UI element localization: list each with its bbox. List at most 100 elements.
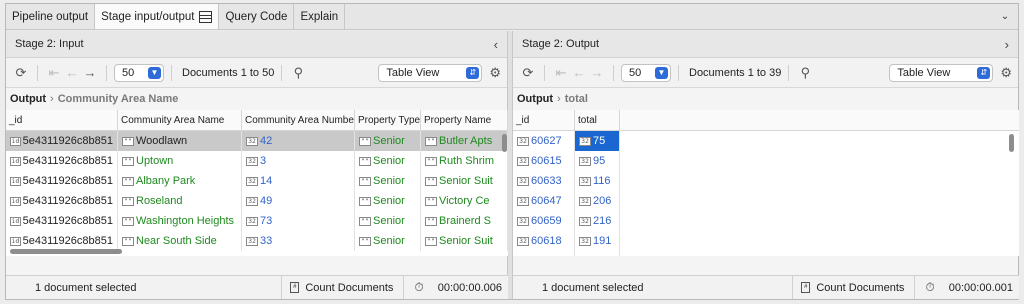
chevron-down-icon[interactable]: ⌄ [992, 4, 1018, 29]
area-number-cell[interactable]: 32 14 [242, 171, 355, 191]
property-name-cell[interactable]: "" Ruth Shrim [421, 151, 508, 171]
property-name-cell[interactable]: "" Senior Suit [421, 171, 508, 191]
total-cell[interactable]: 32217 [575, 251, 620, 256]
total-cell[interactable]: 32 95 [575, 151, 620, 171]
table-row[interactable]: 32 60627 32 75 [513, 131, 1019, 151]
previous-icon[interactable]: ← [63, 64, 81, 82]
table-row[interactable]: 32 60618 32 191 [513, 231, 1019, 251]
community-area-cell[interactable]: "" Woodlawn [118, 131, 242, 151]
cell-value: 5e4311926c8b851 [22, 195, 113, 207]
community-area-cell[interactable]: "" Albany Park [118, 171, 242, 191]
table-row[interactable]: 32 60659 32 216 [513, 211, 1019, 231]
id-cell[interactable]: 32 60615 [513, 151, 575, 171]
table-row[interactable]: 326062032217 [513, 251, 1019, 256]
id-cell[interactable]: id 5e4311926c8b851 [6, 191, 118, 211]
column-header[interactable]: Property Type [355, 110, 421, 130]
tab-stage-input-output[interactable]: Stage input/output [95, 4, 220, 29]
column-header[interactable]: _id [513, 110, 575, 130]
total-cell[interactable]: 32 191 [575, 231, 620, 251]
property-type-cell[interactable]: "" Senior [355, 191, 421, 211]
community-area-cell[interactable]: "" Roseland [118, 191, 242, 211]
view-select[interactable]: Table View ⇵ [889, 63, 994, 82]
total-cell[interactable]: 32 216 [575, 211, 620, 231]
tab-pipeline-output[interactable]: Pipeline output [6, 4, 96, 29]
property-type-cell[interactable]: "" Senior [355, 211, 421, 231]
id-cell[interactable]: 32 60627 [513, 131, 575, 151]
area-number-cell[interactable]: 32 42 [242, 131, 355, 151]
count-documents-button[interactable]: # Count Documents [281, 276, 403, 299]
property-type-cell[interactable]: "" Senior [355, 151, 421, 171]
column-header[interactable]: Community Area Number [242, 110, 355, 130]
table-row[interactable]: 32 60633 32 116 [513, 171, 1019, 191]
property-type-cell[interactable]: "" Senior [355, 231, 421, 251]
page-size-select[interactable]: 50 ▼ [621, 63, 671, 82]
page-size-select[interactable]: 50 ▼ [114, 63, 164, 82]
property-name-cell[interactable]: "" Butler Apts [421, 131, 508, 151]
total-cell[interactable]: 32 116 [575, 171, 620, 191]
id-cell[interactable]: id 5e4311926c8b851 [6, 211, 118, 231]
first-page-icon[interactable]: ⇤ [45, 64, 63, 82]
id-cell[interactable]: 32 60633 [513, 171, 575, 191]
id-cell[interactable]: 32 60659 [513, 211, 575, 231]
property-name-cell[interactable]: "" Senior Suit [421, 231, 508, 251]
table-row[interactable]: id 5e4311926c8b851 "" Woodlawn 32 42 "" Senior "… [6, 131, 508, 151]
query-icon[interactable]: ⚲ [796, 64, 814, 82]
community-area-cell[interactable]: "" Near South Side [118, 231, 242, 251]
id-cell[interactable]: 32 60647 [513, 191, 575, 211]
refresh-icon[interactable]: ⟳ [519, 64, 537, 82]
column-header[interactable]: _id [6, 110, 118, 130]
gear-icon[interactable]: ⚙ [489, 65, 501, 81]
property-type-cell[interactable]: "" Senior [355, 131, 421, 151]
total-cell[interactable]: 32 75 [575, 131, 620, 151]
table-header: _id Community Area Name Community Area N… [6, 110, 508, 131]
table-row[interactable]: id 5e4311926c8b851 "" Uptown 32 3 "" Senior "" Ru… [6, 151, 508, 171]
area-number-cell[interactable]: 32 3 [242, 151, 355, 171]
breadcrumb-root[interactable]: Output [517, 93, 553, 105]
vertical-scrollbar[interactable] [1009, 134, 1014, 152]
layout-icon[interactable] [199, 10, 213, 23]
id-cell[interactable]: 3260620 [513, 251, 575, 256]
column-header[interactable]: total [575, 110, 620, 130]
query-icon[interactable]: ⚲ [289, 64, 307, 82]
tab-label: Pipeline output [12, 10, 89, 23]
table-row[interactable]: id 5e4311926c8b851 "" Roseland 32 49 "" Senior "… [6, 191, 508, 211]
total-cell[interactable]: 32 206 [575, 191, 620, 211]
column-header[interactable]: Community Area Name [118, 110, 242, 130]
view-select[interactable]: Table View ⇵ [378, 63, 483, 82]
breadcrumb-root[interactable]: Output [10, 93, 46, 105]
community-area-cell[interactable]: "" Uptown [118, 151, 242, 171]
vertical-scrollbar[interactable] [502, 134, 507, 152]
tab-explain[interactable]: Explain [294, 4, 346, 29]
table-row[interactable]: 32 60647 32 206 [513, 191, 1019, 211]
id-cell[interactable]: id 5e4311926c8b851 [6, 231, 118, 251]
table-row[interactable]: id 5e4311926c8b851 "" Washington Heights 32 7… [6, 211, 508, 231]
chevron-left-icon[interactable]: ‹ [494, 37, 498, 52]
cell-value: Roseland [136, 195, 183, 207]
horizontal-scrollbar[interactable] [10, 249, 122, 254]
first-page-icon[interactable]: ⇤ [552, 64, 570, 82]
id-cell[interactable]: id 5e4311926c8b851 [6, 131, 118, 151]
property-name-cell[interactable]: "" Brainerd S [421, 211, 508, 231]
id-cell[interactable]: id 5e4311926c8b851 [6, 171, 118, 191]
chevron-right-icon[interactable]: › [1005, 37, 1009, 52]
previous-icon[interactable]: ← [570, 64, 588, 82]
table-row[interactable]: id 5e4311926c8b851 "" Near South Side 32 33 ""… [6, 231, 508, 251]
refresh-icon[interactable]: ⟳ [12, 64, 30, 82]
id-cell[interactable]: id 5e4311926c8b851 [6, 151, 118, 171]
cell-value: Senior Suit [439, 175, 493, 187]
property-type-cell[interactable]: "" Senior [355, 171, 421, 191]
gear-icon[interactable]: ⚙ [1000, 65, 1012, 81]
count-documents-button[interactable]: # Count Documents [792, 276, 914, 299]
next-icon[interactable]: → [81, 64, 99, 82]
next-icon[interactable]: → [588, 64, 606, 82]
table-row[interactable]: 32 60615 32 95 [513, 151, 1019, 171]
id-cell[interactable]: 32 60618 [513, 231, 575, 251]
area-number-cell[interactable]: 32 49 [242, 191, 355, 211]
area-number-cell[interactable]: 32 33 [242, 231, 355, 251]
community-area-cell[interactable]: "" Washington Heights [118, 211, 242, 231]
table-row[interactable]: id 5e4311926c8b851 "" Albany Park 32 14 "" Seni… [6, 171, 508, 191]
property-name-cell[interactable]: "" Victory Ce [421, 191, 508, 211]
area-number-cell[interactable]: 32 73 [242, 211, 355, 231]
column-header[interactable]: Property Name [421, 110, 508, 130]
tab-query-code[interactable]: Query Code [219, 4, 295, 29]
